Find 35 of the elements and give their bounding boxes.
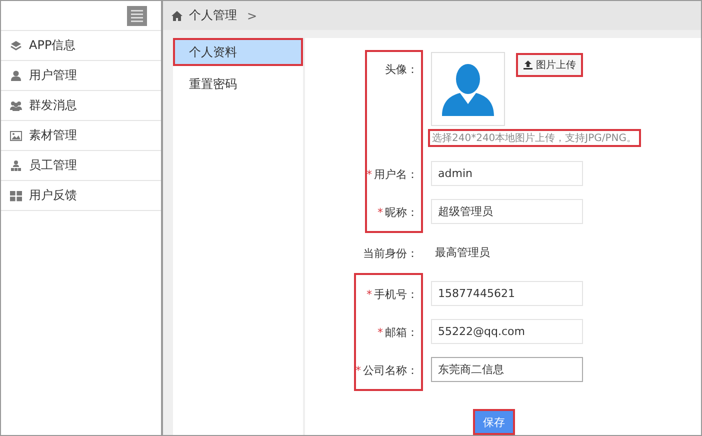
field-label: * 手机号：	[366, 286, 418, 302]
person-org-icon	[10, 160, 22, 172]
sidebar-item[interactable]: 员工管理	[1, 151, 161, 181]
input-field[interactable]: 15877445621	[431, 280, 583, 306]
menu-button[interactable]	[127, 6, 147, 26]
input-field[interactable]: 超级管理员	[431, 198, 583, 224]
sidebar-item[interactable]: 用户反馈	[1, 181, 161, 211]
input-field[interactable]: 东莞商二信息	[431, 356, 583, 382]
home-icon	[171, 10, 183, 22]
subnav-item[interactable]: 重置密码	[173, 70, 303, 98]
input-field[interactable]: 55222@qq.com	[431, 318, 583, 344]
field-label: 当前身份：	[363, 246, 418, 260]
field-label: * 邮箱：	[378, 324, 418, 340]
sidebar-item[interactable]: 群发消息	[1, 91, 161, 121]
sidebar-item[interactable]: APP信息	[1, 31, 161, 61]
grid-icon	[10, 190, 22, 202]
users-icon	[10, 100, 22, 112]
field-label: * 公司名称：	[356, 362, 418, 378]
menu-icon	[131, 9, 143, 22]
role-value: 最高管理员	[434, 244, 490, 260]
field-label: 头像：	[385, 62, 418, 77]
subnav-item[interactable]: 个人资料	[173, 38, 303, 66]
breadcrumb-link[interactable]: 个人管理	[189, 7, 237, 24]
breadcrumb-separator: >	[247, 8, 258, 22]
input-field[interactable]: admin	[431, 160, 583, 186]
sidebar-item[interactable]: 素材管理	[1, 121, 161, 151]
upload-button[interactable]: 图片上传	[516, 53, 583, 77]
field-label: * 用户名：	[366, 166, 418, 182]
image-icon	[10, 130, 22, 142]
layers-icon	[10, 40, 22, 52]
upload-icon	[523, 60, 533, 70]
sidebar-item[interactable]: 用户管理	[1, 61, 161, 91]
field-label: * 昵称：	[378, 204, 418, 220]
user-icon	[10, 70, 22, 82]
hint-text: 选择240*240本地图片上传，支持JPG/PNG。	[428, 129, 641, 147]
